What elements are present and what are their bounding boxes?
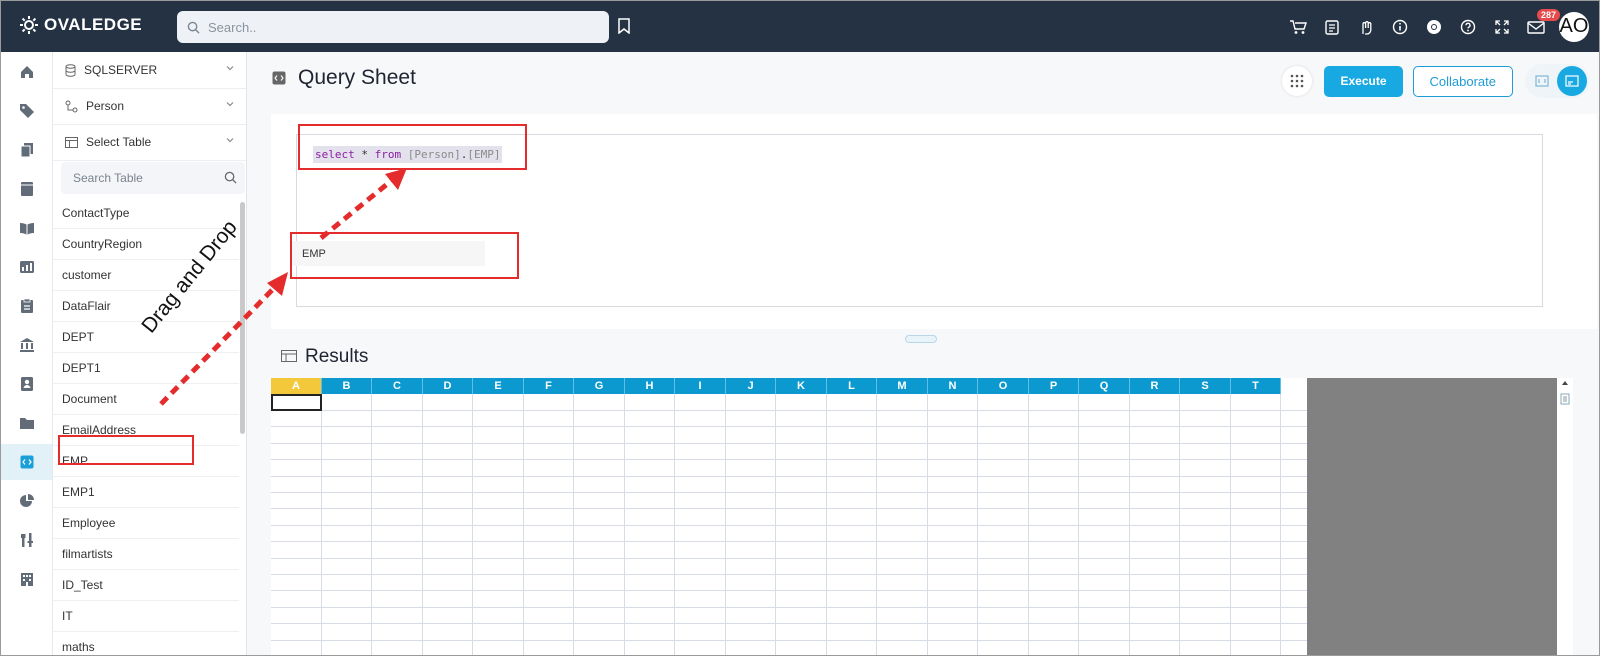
drag-arrow-lower [159,272,288,406]
app-window: OVALEDGE Search.. 287 AO SQLSERVER Perso… [0,0,1600,656]
drag-arrows [159,168,407,406]
drag-arrow-upper [319,168,407,240]
